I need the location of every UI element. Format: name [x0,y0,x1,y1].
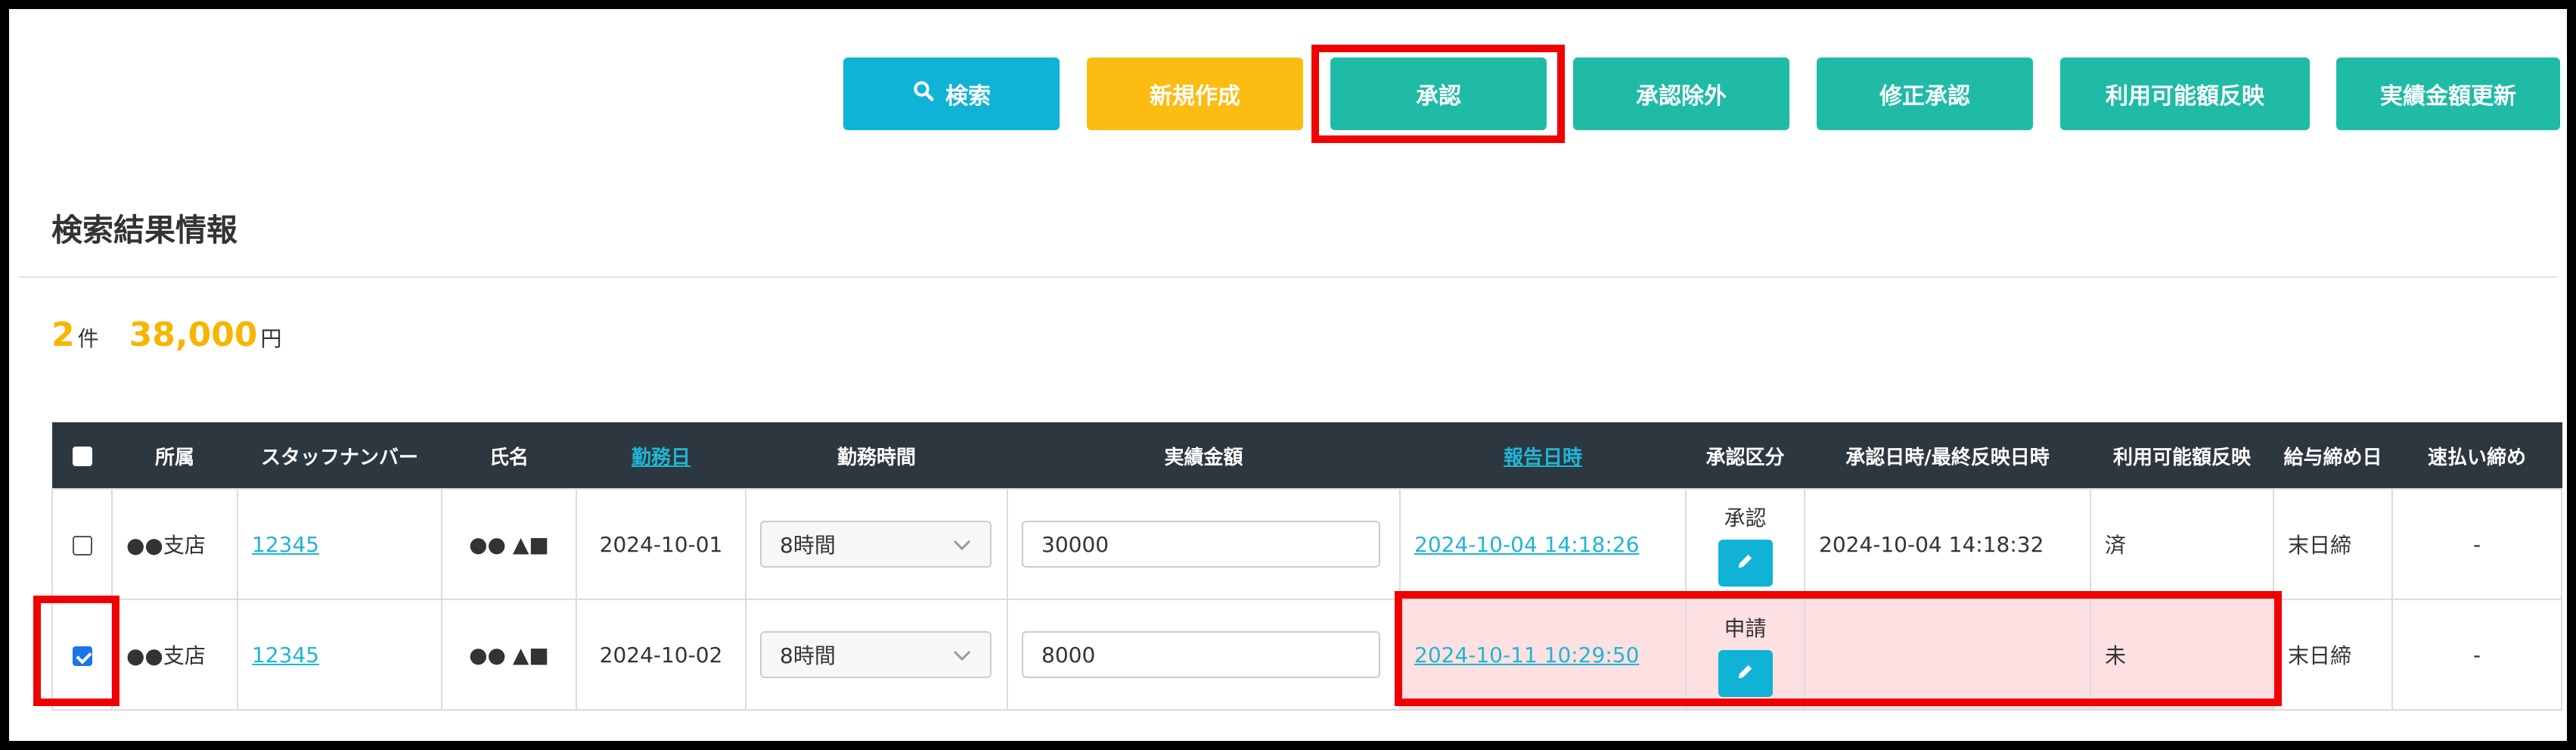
approve-button[interactable]: 承認 [1330,58,1547,130]
report-datetime-cell: 2024-10-04 14:18:26 [1399,488,1687,600]
pencil-icon [1735,661,1756,687]
table-row: ●●支店 12345 ●● ▲■ 2024-10-01 8時間 30000 20… [51,488,2562,600]
work-date-cell: 2024-10-02 [576,599,746,711]
edit-button[interactable] [1718,650,1773,697]
divider [18,276,2558,278]
name-cell: ●● ▲■ [441,599,577,711]
new-button[interactable]: 新規作成 [1087,58,1303,130]
approve-button-label: 承認 [1416,83,1461,110]
reflect-available-button[interactable]: 利用可能額反映 [2060,58,2310,130]
row-select-cell [51,488,113,600]
header-work-date: 勤務日 [576,422,746,490]
approval-class-text: 申請 [1724,616,1767,641]
header-name: 氏名 [441,422,577,490]
pay-cutoff-cell: 末日締 [2273,599,2393,711]
sort-work-date[interactable]: 勤務日 [632,447,691,469]
header-report-datetime: 報告日時 [1399,422,1687,490]
select-all-header [51,422,113,490]
toolbar: 検索 新規作成 承認 承認除外 修正承認 利用可能額反映 実績金額更新 [9,58,2567,130]
header-dept: 所属 [111,422,238,490]
actual-amount-value: 30000 [1041,531,1110,557]
pay-cutoff-cell: 末日締 [2273,488,2393,600]
result-count: 2 [51,316,75,354]
work-time-cell: 8時間 [745,488,1008,600]
table-row: ●●支店 12345 ●● ▲■ 2024-10-02 8時間 8000 202… [51,599,2562,711]
approval-datetime-cell: 2024-10-04 14:18:32 [1804,488,2091,600]
fix-approve-button[interactable]: 修正承認 [1817,58,2033,130]
exclude-approval-button-label: 承認除外 [1636,83,1727,110]
results-table: 所属 スタッフナンバー 氏名 勤務日 勤務時間 実績金額 報告日時 承認区分 承… [51,422,2562,711]
row-checkbox[interactable] [72,646,92,666]
table-header-row: 所属 スタッフナンバー 氏名 勤務日 勤務時間 実績金額 報告日時 承認区分 承… [51,422,2562,490]
staff-no-link[interactable]: 12345 [252,532,319,557]
dept-cell: ●●支店 [111,488,238,600]
new-button-label: 新規作成 [1150,83,1240,110]
quick-cutoff-cell: - [2391,488,2562,600]
actual-amount-input[interactable]: 8000 [1022,631,1380,678]
actual-amount-value: 8000 [1041,642,1096,668]
sort-report-datetime[interactable]: 報告日時 [1504,447,1582,469]
update-amount-button-label: 実績金額更新 [2380,83,2516,110]
pencil-icon [1735,550,1756,577]
header-available-reflect: 利用可能額反映 [2090,422,2274,490]
select-all-checkbox[interactable] [72,446,92,466]
row-checkbox[interactable] [72,535,92,555]
approval-class-cell: 申請 [1685,599,1805,711]
report-datetime-link[interactable]: 2024-10-11 10:29:50 [1414,643,1639,668]
result-amount-unit: 円 [260,326,282,351]
reflect-available-button-label: 利用可能額反映 [2106,83,2264,110]
chevron-down-icon [952,532,972,557]
name-cell: ●● ▲■ [441,488,577,600]
work-time-select[interactable]: 8時間 [760,521,992,568]
work-time-select[interactable]: 8時間 [760,631,992,678]
header-staff-no: スタッフナンバー [237,422,442,490]
actual-amount-cell: 8000 [1007,599,1401,711]
available-reflect-cell: 済 [2090,488,2274,600]
chevron-down-icon [952,643,972,668]
actual-amount-input[interactable]: 30000 [1022,521,1380,568]
approval-datetime-cell [1804,599,2091,711]
header-pay-cutoff: 給与締め日 [2273,422,2393,490]
work-time-value: 8時間 [780,643,836,668]
header-work-time: 勤務時間 [745,422,1008,490]
header-approval-class: 承認区分 [1685,422,1805,490]
staff-no-link[interactable]: 12345 [252,643,319,668]
work-time-value: 8時間 [780,533,836,558]
header-quick-cutoff: 速払い締め [2391,422,2562,490]
page-frame: 検索 新規作成 承認 承認除外 修正承認 利用可能額反映 実績金額更新 検索結果… [0,0,2576,750]
search-icon [912,79,935,108]
section-title: 検索結果情報 [51,212,237,248]
approval-class-text: 承認 [1724,506,1767,531]
result-count-unit: 件 [77,326,99,351]
header-actual-amount: 実績金額 [1007,422,1401,490]
edit-button[interactable] [1718,540,1773,587]
report-datetime-link[interactable]: 2024-10-04 14:18:26 [1414,532,1639,557]
result-summary: 2 件 38,000 円 [51,316,281,354]
fix-approve-button-label: 修正承認 [1879,83,1970,110]
search-button[interactable]: 検索 [843,58,1060,130]
available-reflect-cell: 未 [2090,599,2274,711]
quick-cutoff-cell: - [2391,599,2562,711]
row-select-cell [51,599,113,711]
work-time-cell: 8時間 [745,599,1008,711]
result-amount: 38,000 [129,316,258,354]
actual-amount-cell: 30000 [1007,488,1401,600]
work-date-cell: 2024-10-01 [576,488,746,600]
update-amount-button[interactable]: 実績金額更新 [2336,58,2560,130]
dept-cell: ●●支店 [111,599,238,711]
report-datetime-cell: 2024-10-11 10:29:50 [1399,599,1687,711]
staff-no-cell: 12345 [237,599,442,711]
exclude-approval-button[interactable]: 承認除外 [1573,58,1789,130]
search-button-label: 検索 [945,83,991,110]
header-approval-datetime: 承認日時/最終反映日時 [1804,422,2091,490]
staff-no-cell: 12345 [237,488,442,600]
approval-class-cell: 承認 [1685,488,1805,600]
